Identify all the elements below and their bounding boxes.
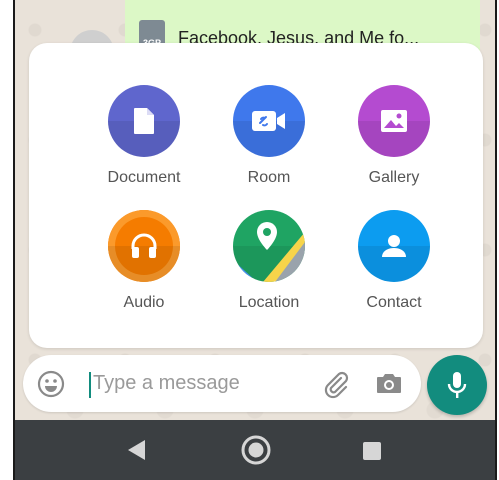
attach-document-label: Document bbox=[107, 169, 181, 186]
message-composer: Type a message bbox=[23, 355, 421, 412]
image-icon bbox=[358, 85, 430, 157]
message-input[interactable]: Type a message bbox=[93, 372, 240, 395]
document-icon bbox=[108, 85, 180, 157]
attach-document-button[interactable]: Document bbox=[84, 85, 204, 187]
paperclip-icon[interactable] bbox=[321, 369, 351, 404]
attach-gallery-label: Gallery bbox=[368, 169, 420, 186]
attach-contact-label: Contact bbox=[366, 294, 422, 311]
home-circle-icon[interactable] bbox=[240, 434, 272, 471]
system-navigation-bar bbox=[15, 420, 495, 480]
attach-room-label: Room bbox=[247, 169, 291, 186]
attach-contact-button[interactable]: Contact bbox=[334, 210, 454, 312]
headphones-icon bbox=[108, 210, 180, 282]
voice-record-button[interactable] bbox=[427, 355, 487, 415]
attach-gallery-button[interactable]: Gallery bbox=[334, 85, 454, 187]
emoji-icon[interactable] bbox=[37, 370, 65, 403]
microphone-icon bbox=[447, 372, 467, 398]
app-frame: 3GP Facebook, Jesus, and Me fo... Docume… bbox=[13, 0, 497, 480]
attach-room-button[interactable]: Room bbox=[209, 85, 329, 187]
video-link-icon bbox=[233, 85, 305, 157]
attachment-panel: Document Room Gallery Audio Location Con… bbox=[29, 43, 483, 348]
recent-square-icon[interactable] bbox=[363, 442, 381, 460]
map-pin-icon bbox=[233, 210, 305, 282]
text-caret bbox=[89, 372, 91, 398]
person-icon bbox=[358, 210, 430, 282]
camera-icon[interactable] bbox=[375, 370, 403, 401]
attach-audio-label: Audio bbox=[123, 294, 165, 311]
attach-location-label: Location bbox=[238, 294, 300, 311]
back-triangle-icon[interactable] bbox=[125, 438, 147, 467]
attach-audio-button[interactable]: Audio bbox=[84, 210, 204, 312]
attach-location-button[interactable]: Location bbox=[209, 210, 329, 312]
